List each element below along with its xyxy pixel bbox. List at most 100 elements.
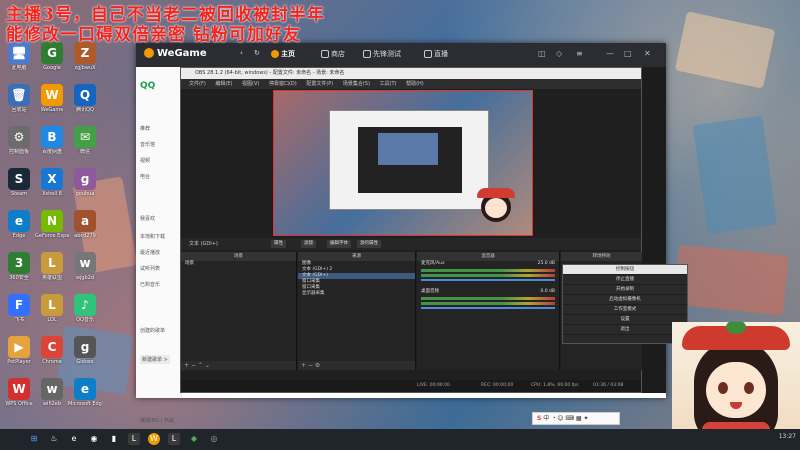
obs-icon[interactable]: ◉ [88, 433, 100, 445]
league-icon[interactable]: L [128, 433, 140, 445]
sidebar-item-radio[interactable]: 电台 [140, 173, 150, 180]
clock[interactable]: 13:27 [779, 433, 796, 440]
menu-icon[interactable]: ≡ [576, 49, 583, 58]
wegame-logo[interactable]: WeGame [144, 48, 207, 59]
ime-tools-icons[interactable]: ・☺ ⌨ ▦ ✦ [551, 415, 588, 422]
desktop-icon[interactable]: ✉ 微信 [68, 126, 102, 155]
menu-help[interactable]: 帮助(H) [406, 81, 424, 87]
desktop-icon[interactable]: w wifi2eb [35, 378, 69, 407]
desktop-icon[interactable]: ⚙ 控制面板 [2, 126, 36, 155]
sidebar-item-purchased[interactable]: 已购音乐 [140, 281, 160, 288]
desktop-icon[interactable]: L 英雄联盟 [35, 252, 69, 281]
league-client-icon[interactable]: L [168, 433, 180, 445]
desktop-icon[interactable]: g gouhua [68, 168, 102, 197]
desktop-icon[interactable]: B 百度网盘 [35, 126, 69, 155]
filters-button[interactable]: 滤镜 [301, 240, 316, 248]
ime-toolbar[interactable]: S 中 ・☺ ⌨ ▦ ✦ [532, 412, 620, 425]
ime-mode-label[interactable]: 中 [543, 415, 549, 422]
wegame-icon[interactable]: W [148, 433, 160, 445]
settings-button[interactable]: 设置 [563, 315, 687, 325]
obs-taskbar-icon[interactable]: ◎ [208, 433, 220, 445]
sogou-logo-icon: S [537, 415, 542, 422]
desktop-icon[interactable]: ▶ PotPlayer [2, 336, 36, 365]
desktop-icon[interactable]: 🗑 回收站 [2, 84, 36, 113]
desktop-icon[interactable]: w wjgb2d [68, 252, 102, 281]
windows-start-icon[interactable]: ⊞ [28, 433, 40, 445]
menu-scene-collection[interactable]: 场景集合(S) [343, 81, 370, 87]
desktop-icon[interactable]: Q 腾讯QQ [68, 84, 102, 113]
sidebar-item-local[interactable]: 本地和下载 [140, 233, 165, 240]
desktop-icon[interactable]: G Google [35, 42, 69, 71]
start-recording-button[interactable]: 开始录制 [563, 285, 687, 295]
source-item[interactable]: 显示器采集 [298, 291, 415, 297]
edit-font-button[interactable]: 编辑字体 [327, 240, 351, 248]
move-up-icon[interactable]: ⌃ [198, 362, 203, 369]
source-props-button[interactable]: 源的属性 [357, 240, 381, 248]
back-arrow-icon[interactable]: ‹ [240, 49, 243, 57]
wegame-nav-home[interactable]: 主页 [271, 49, 295, 59]
add-source-icon[interactable]: + [301, 362, 306, 369]
mic-volume-slider[interactable] [421, 279, 555, 281]
green-app-icon[interactable]: ◆ [188, 433, 200, 445]
desktop-icon[interactable]: a abcd279 [68, 210, 102, 239]
desktop-icon[interactable]: ♪ QQ音乐 [68, 294, 102, 323]
desktop-icon[interactable]: F 飞书 [2, 294, 36, 323]
wegame-nav-store[interactable]: 商店 [321, 49, 345, 59]
start-virtual-camera-button[interactable]: 启动虚拟摄像机 [563, 295, 687, 305]
desktop-icon[interactable]: C Chrome [35, 336, 69, 365]
steam-icon[interactable]: ♨ [48, 433, 60, 445]
scene-item[interactable]: 场景 [181, 261, 296, 267]
remove-scene-icon[interactable]: − [191, 362, 196, 369]
desktop-icon[interactable]: 3 360安全 [2, 252, 36, 281]
desktop-icon[interactable]: W WPS Office [2, 378, 36, 407]
exit-button[interactable]: 退出 [563, 325, 687, 335]
gift-icon[interactable]: ◇ [556, 49, 562, 58]
wegame-nav-beta[interactable]: 先锋测试 [363, 49, 401, 59]
remove-source-icon[interactable]: − [308, 362, 313, 369]
studio-mode-button[interactable]: 工作室模式 [563, 305, 687, 315]
sidebar-item-music-hall[interactable]: 音乐馆 [140, 141, 155, 148]
desktop-icon[interactable]: X Xshell 8 [35, 168, 69, 197]
edge-icon[interactable]: e [68, 433, 80, 445]
menu-edit[interactable]: 编辑(E) [215, 81, 232, 87]
sidebar-item-favorites[interactable]: 我喜欢 [140, 215, 155, 222]
desktop-app-icon: g [74, 336, 96, 358]
desktop-app-icon: L [41, 252, 63, 274]
minimize-icon[interactable]: — [606, 49, 614, 58]
desktop-icon[interactable]: ZzgjbwuX [68, 42, 102, 71]
menu-view[interactable]: 视图(V) [242, 81, 259, 87]
menu-file[interactable]: 文件(F) [189, 81, 206, 87]
desktop-icon[interactable]: e Microsoft Edge [68, 378, 102, 407]
bag-icon[interactable]: ◫ [538, 49, 546, 58]
new-playlist-button[interactable]: 新建歌单 > [140, 355, 170, 364]
obs-preview[interactable] [273, 90, 533, 236]
wegame-nav-live[interactable]: 直播 [424, 49, 448, 59]
sidebar-item-recommend[interactable]: 推荐 [140, 125, 150, 132]
add-scene-icon[interactable]: + [184, 362, 189, 369]
desktop-icon[interactable]: W WeGame [35, 84, 69, 113]
settings-icon[interactable]: ⚙ [315, 362, 320, 369]
properties-button[interactable]: 属性 [271, 240, 286, 248]
obs-window[interactable]: OBS 28.1.2 (64-bit, windows) - 配置文件: 未命名… [180, 67, 643, 393]
desktop-icon[interactable]: L LOL [35, 294, 69, 323]
sidebar-item-recent[interactable]: 最近播放 [140, 249, 160, 256]
sidebar-item-trial[interactable]: 试听列表 [140, 265, 160, 272]
desktop-icon[interactable]: S Steam [2, 168, 36, 197]
desktop-icon[interactable]: 🖥 此电脑 [2, 42, 36, 71]
refresh-icon[interactable]: ↻ [254, 49, 260, 57]
move-down-icon[interactable]: ⌄ [205, 362, 210, 369]
stop-streaming-button[interactable]: 停止直播 [563, 275, 687, 285]
menu-tools[interactable]: 工具(T) [380, 81, 397, 87]
desktop-icon[interactable]: NGeForce Experience [35, 210, 69, 239]
app-icon[interactable]: ▮ [108, 433, 120, 445]
desktop-app-icon: W [41, 84, 63, 106]
sidebar-item-video[interactable]: 视频 [140, 157, 150, 164]
desktop-icon[interactable]: e Edge [2, 210, 36, 239]
desktop-icon[interactable]: g Gidoso [68, 336, 102, 365]
close-icon[interactable]: ✕ [644, 49, 651, 58]
menu-docks[interactable]: 停靠窗口(D) [269, 81, 297, 87]
system-tray[interactable]: 13:27 [779, 433, 796, 440]
menu-profile[interactable]: 配置文件(P) [306, 81, 333, 87]
maximize-icon[interactable]: □ [624, 49, 632, 58]
desktop-volume-slider[interactable] [421, 307, 555, 309]
